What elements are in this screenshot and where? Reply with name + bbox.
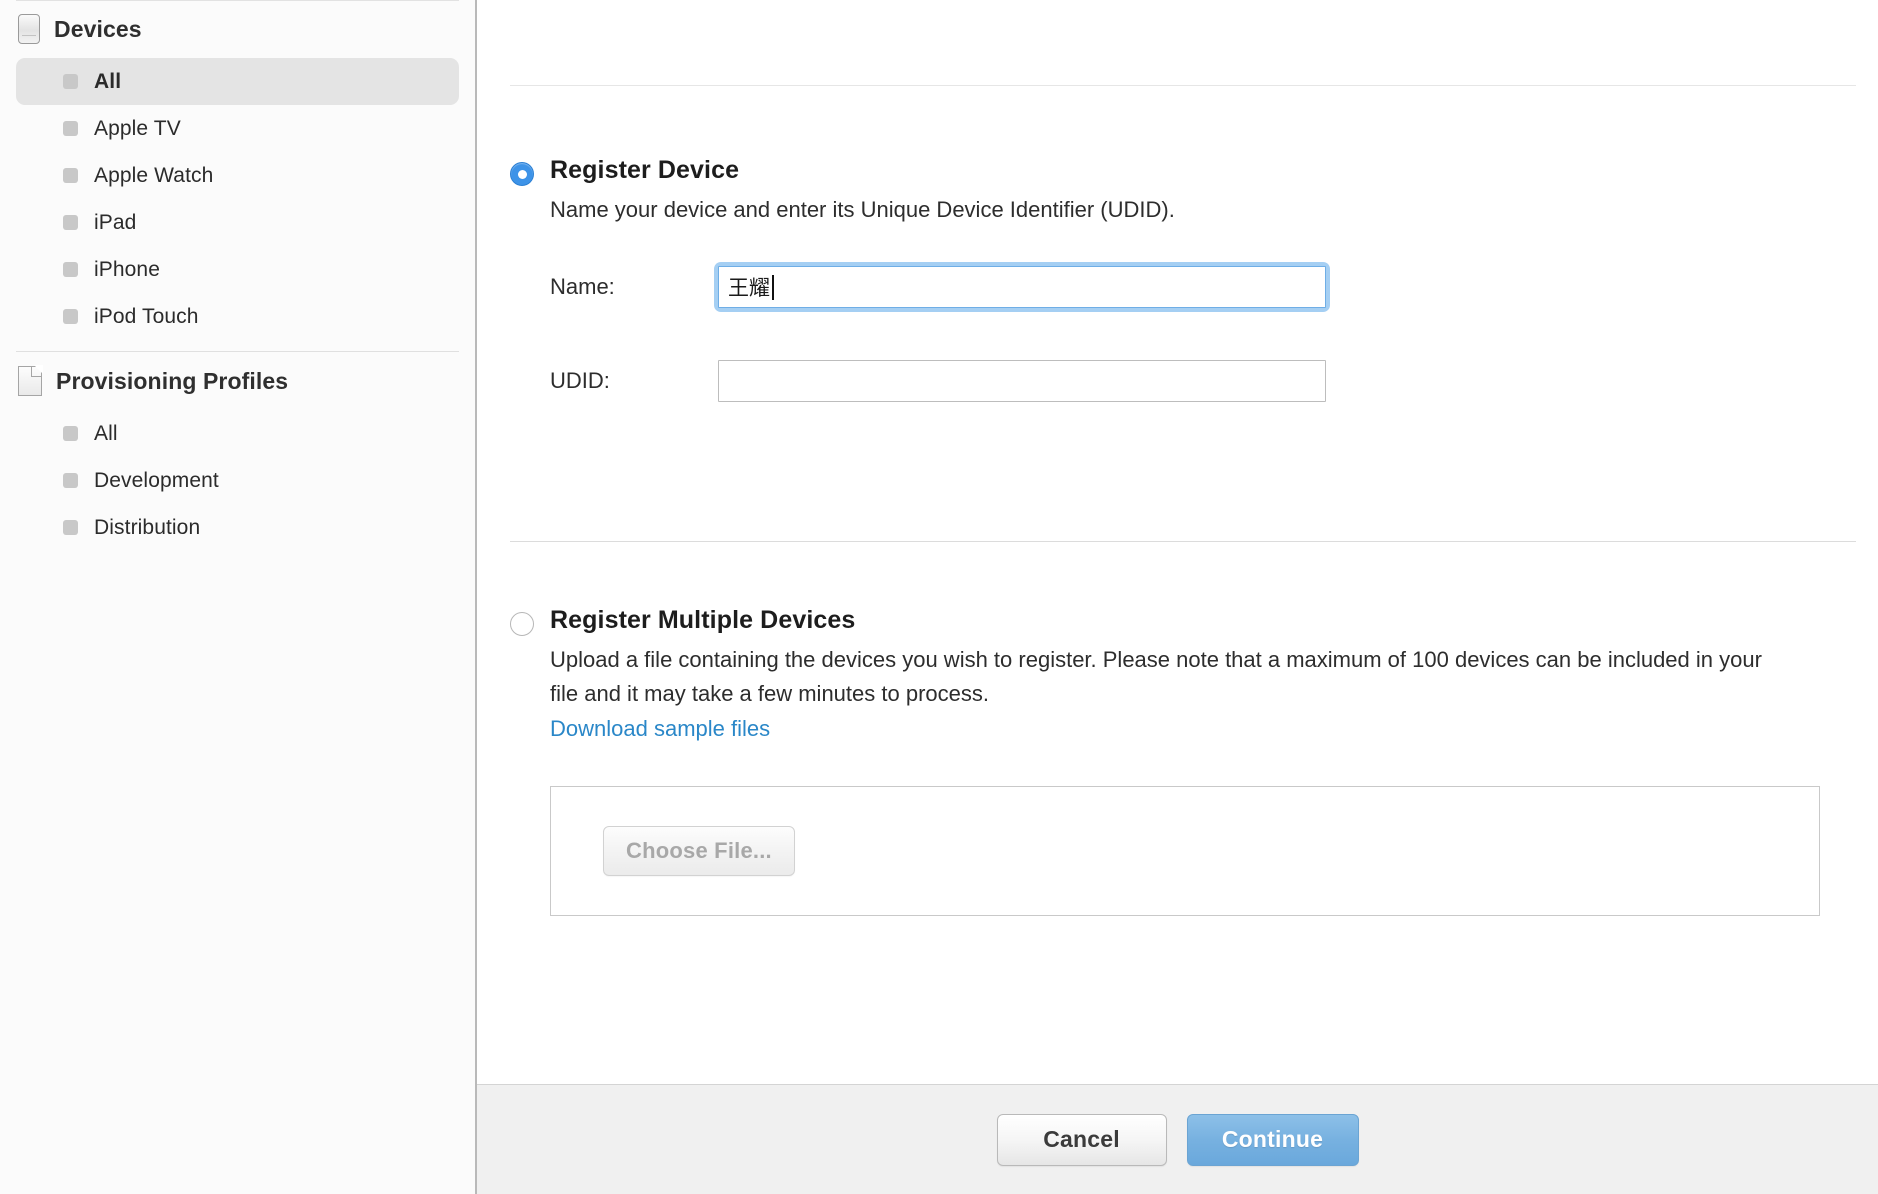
udid-label: UDID: xyxy=(550,367,610,393)
bullet-icon xyxy=(63,520,78,535)
continue-button[interactable]: Continue xyxy=(1186,1113,1359,1166)
name-input[interactable] xyxy=(718,265,1326,308)
sidebar-top-divider xyxy=(16,0,459,1)
sidebar-item-profiles-development[interactable]: Development xyxy=(16,457,459,504)
udid-input[interactable] xyxy=(718,359,1326,402)
name-field-wrapper[interactable] xyxy=(718,265,1326,308)
sidebar-item-apple-watch[interactable]: Apple Watch xyxy=(16,152,459,199)
bullet-icon xyxy=(63,215,78,230)
sidebar-item-ipod-touch[interactable]: iPod Touch xyxy=(16,293,459,340)
bullet-icon xyxy=(63,473,78,488)
content-scroll-area: Register Device Name your device and ent… xyxy=(477,0,1878,1084)
sidebar-item-label: Apple TV xyxy=(94,116,181,140)
cancel-button[interactable]: Cancel xyxy=(996,1113,1167,1166)
device-registration-window: Devices All Apple TV Apple Watch iPad iP… xyxy=(0,0,1878,1194)
section-divider xyxy=(510,541,1856,542)
document-icon xyxy=(18,365,43,396)
bullet-icon xyxy=(63,309,78,324)
bullet-icon xyxy=(63,262,78,277)
radio-register-multiple-devices[interactable] xyxy=(510,612,534,636)
download-sample-files-link[interactable]: Download sample files xyxy=(550,712,770,745)
udid-field-wrapper[interactable] xyxy=(718,359,1326,402)
bullet-icon xyxy=(63,74,78,89)
file-upload-box: Choose File... xyxy=(550,785,1820,916)
sidebar-item-label: All xyxy=(94,69,122,93)
footer-toolbar: Cancel Continue xyxy=(477,1084,1878,1194)
sidebar: Devices All Apple TV Apple Watch iPad iP… xyxy=(0,0,477,1194)
name-field-row: Name: xyxy=(550,259,1326,315)
sidebar-item-ipad[interactable]: iPad xyxy=(16,199,459,246)
sidebar-item-label: iPhone xyxy=(94,257,160,281)
main-content: Register Device Name your device and ent… xyxy=(477,0,1878,1194)
sidebar-item-label: Development xyxy=(94,468,219,492)
register-multiple-title: Register Multiple Devices xyxy=(550,606,856,634)
sidebar-item-label: All xyxy=(94,421,118,445)
bullet-icon xyxy=(63,426,78,441)
name-label: Name: xyxy=(550,273,615,299)
register-device-option[interactable]: Register Device Name your device and ent… xyxy=(510,155,1858,409)
top-divider xyxy=(510,85,1856,86)
register-multiple-devices-section: Register Multiple Devices Upload a file … xyxy=(510,605,1858,916)
choose-file-button[interactable]: Choose File... xyxy=(603,825,795,876)
sidebar-item-apple-tv[interactable]: Apple TV xyxy=(16,105,459,152)
device-icon xyxy=(18,14,40,44)
bullet-icon xyxy=(63,168,78,183)
sidebar-group-title-provisioning: Provisioning Profiles xyxy=(56,367,289,394)
register-device-description: Name your device and enter its Unique De… xyxy=(550,197,1175,223)
sidebar-item-devices-all[interactable]: All xyxy=(16,58,459,105)
text-cursor xyxy=(772,274,774,300)
register-multiple-description: Upload a file containing the devices you… xyxy=(550,647,1762,706)
register-device-section: Register Device Name your device and ent… xyxy=(510,155,1858,409)
sidebar-item-iphone[interactable]: iPhone xyxy=(16,246,459,293)
register-multiple-option[interactable]: Register Multiple Devices Upload a file … xyxy=(510,605,1858,746)
sidebar-group-provisioning-profiles: Provisioning Profiles xyxy=(0,352,475,410)
sidebar-item-label: iPod Touch xyxy=(94,304,199,328)
radio-register-device[interactable] xyxy=(510,162,534,186)
sidebar-item-profiles-all[interactable]: All xyxy=(16,410,459,457)
register-device-title: Register Device xyxy=(550,156,740,184)
bullet-icon xyxy=(63,121,78,136)
sidebar-item-label: Distribution xyxy=(94,515,201,539)
sidebar-item-label: Apple Watch xyxy=(94,163,214,187)
sidebar-group-title-devices: Devices xyxy=(54,15,142,42)
sidebar-item-label: iPad xyxy=(94,210,137,234)
udid-field-row: UDID: xyxy=(550,353,1326,409)
register-device-form: Name: UDID: xyxy=(550,259,1326,409)
sidebar-group-devices: Devices xyxy=(0,0,475,58)
sidebar-item-profiles-distribution[interactable]: Distribution xyxy=(16,504,459,551)
